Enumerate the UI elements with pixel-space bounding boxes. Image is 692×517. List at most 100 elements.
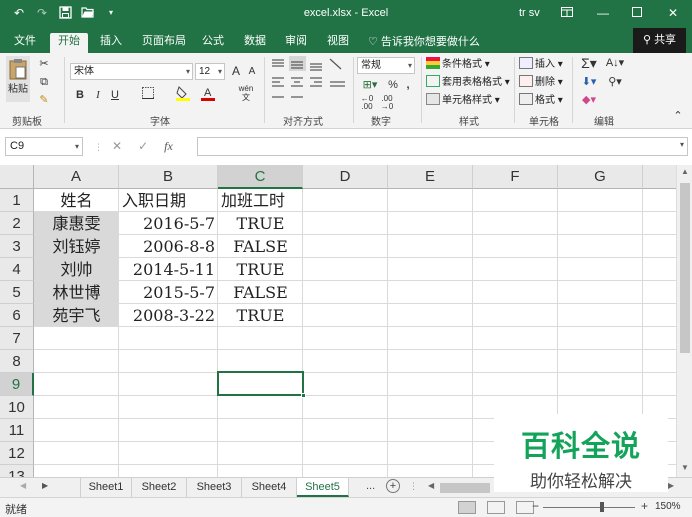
sort-filter-icon[interactable]: A↓▾	[604, 56, 626, 70]
copy-icon[interactable]: ⧉	[37, 75, 51, 89]
tab-view[interactable]: 视图	[319, 33, 357, 53]
paste-button[interactable]: 粘贴	[6, 56, 30, 102]
cell-styles-button[interactable]: 单元格样式 ▾	[426, 93, 500, 109]
format-painter-icon[interactable]: ✎	[37, 93, 51, 107]
fill-handle[interactable]	[301, 393, 306, 398]
next-sheet-icon[interactable]: ▶	[42, 481, 48, 490]
page-layout-view-icon[interactable]	[487, 501, 505, 514]
row-header[interactable]: 11	[0, 419, 34, 442]
comma-icon[interactable]: ,	[403, 78, 413, 92]
select-all-corner[interactable]	[0, 165, 34, 189]
currency-icon[interactable]: ⊞▾	[358, 78, 382, 92]
sheet-tab-sheet1[interactable]: Sheet1	[80, 478, 132, 497]
tab-formulas[interactable]: 公式	[194, 33, 232, 53]
scroll-down-icon[interactable]: ▼	[677, 463, 692, 472]
column-header-g[interactable]: G	[558, 165, 643, 189]
normal-view-icon[interactable]	[458, 501, 476, 514]
column-header-c[interactable]: C	[218, 165, 303, 189]
fill-color-icon[interactable]	[175, 85, 191, 105]
minimize-icon[interactable]: —	[593, 4, 613, 22]
format-cells-button[interactable]: 格式 ▾	[519, 93, 563, 109]
cell-a5[interactable]: 林世博	[34, 281, 119, 304]
fill-icon[interactable]: ⬇▾	[578, 75, 600, 89]
cell-b2[interactable]: 2016-5-7	[119, 212, 218, 235]
row-header[interactable]: 7	[0, 327, 34, 350]
drag-handle-icon[interactable]: ⋮	[94, 142, 103, 153]
formula-input[interactable]: ▾	[197, 137, 688, 156]
zoom-level[interactable]: 150%	[655, 501, 681, 512]
autosum-icon[interactable]: Σ▾	[578, 56, 600, 70]
delete-cells-button[interactable]: 删除 ▾	[519, 75, 563, 91]
tab-page-layout[interactable]: 页面布局	[134, 33, 194, 53]
zoom-slider[interactable]	[543, 502, 635, 512]
row-header[interactable]: 13	[0, 465, 34, 477]
column-header-f[interactable]: F	[473, 165, 558, 189]
increase-decimal-icon[interactable]: ←0.00	[358, 95, 376, 111]
enter-icon[interactable]: ✓	[138, 139, 148, 154]
shrink-font-button[interactable]: A	[245, 65, 259, 79]
ribbon-display-icon[interactable]	[557, 4, 577, 22]
column-header-e[interactable]: E	[388, 165, 473, 189]
cell-a2[interactable]: 康惠雯	[34, 212, 119, 235]
cell-c4[interactable]: TRUE	[218, 258, 303, 281]
tab-insert[interactable]: 插入	[92, 33, 130, 53]
collapse-ribbon-icon[interactable]: ⌃	[671, 109, 685, 123]
more-sheets-icon[interactable]: ...	[366, 480, 375, 492]
row-header[interactable]: 3	[0, 235, 34, 258]
font-color-icon[interactable]: A	[200, 85, 216, 105]
number-format-select[interactable]: 常规 ▾	[357, 57, 415, 74]
row-header[interactable]: 12	[0, 442, 34, 465]
column-header-d[interactable]: D	[303, 165, 388, 189]
tab-review[interactable]: 审阅	[277, 33, 315, 53]
cut-icon[interactable]: ✂	[37, 57, 51, 71]
cell-c6[interactable]: TRUE	[218, 304, 303, 327]
cancel-icon[interactable]: ✕	[112, 139, 122, 154]
border-icon[interactable]	[140, 87, 156, 103]
vertical-scrollbar[interactable]: ▲ ▼	[676, 165, 692, 477]
font-name-select[interactable]: 宋体 ▾	[70, 63, 193, 80]
zoom-in-icon[interactable]: +	[641, 499, 648, 513]
column-header-a[interactable]: A	[34, 165, 119, 189]
cell-a4[interactable]: 刘帅	[34, 258, 119, 281]
sheet-tab-sheet3[interactable]: Sheet3	[187, 478, 242, 497]
column-header-b[interactable]: B	[119, 165, 218, 189]
phonetic-button[interactable]: wén 文	[235, 84, 257, 102]
zoom-slider-knob[interactable]	[600, 502, 604, 512]
italic-button[interactable]: I	[91, 88, 105, 102]
row-header[interactable]: 5	[0, 281, 34, 304]
insert-function-icon[interactable]: fx	[164, 139, 173, 154]
row-header[interactable]: 2	[0, 212, 34, 235]
cell-c1[interactable]: 加班工时	[221, 189, 303, 212]
tell-me-box[interactable]: ♡ 告诉我你想要做什么	[368, 33, 480, 49]
horizontal-scroll-thumb[interactable]	[440, 483, 490, 493]
scroll-up-icon[interactable]: ▲	[677, 167, 692, 176]
cell-b6[interactable]: 2008-3-22	[119, 304, 218, 327]
tab-data[interactable]: 数据	[236, 33, 274, 53]
row-header[interactable]: 8	[0, 350, 34, 373]
conditional-formatting-button[interactable]: 条件格式 ▾	[426, 57, 490, 73]
find-icon[interactable]: ⚲▾	[604, 75, 626, 89]
column-header-next[interactable]	[643, 165, 676, 189]
insert-cells-button[interactable]: 插入 ▾	[519, 57, 563, 73]
name-box[interactable]: C9 ▾	[5, 137, 83, 156]
row-header[interactable]: 1	[0, 189, 34, 212]
cell-c3[interactable]: FALSE	[218, 235, 303, 258]
row-header-selected[interactable]: 9	[0, 373, 34, 396]
zoom-out-icon[interactable]: −	[532, 499, 539, 513]
format-as-table-button[interactable]: 套用表格格式 ▾	[426, 75, 510, 91]
cell-a6[interactable]: 苑宇飞	[34, 304, 119, 327]
row-header[interactable]: 4	[0, 258, 34, 281]
font-size-select[interactable]: 12 ▾	[195, 63, 225, 80]
scroll-left-icon[interactable]: ◀	[428, 481, 434, 490]
sheet-tab-sheet4[interactable]: Sheet4	[242, 478, 297, 497]
underline-button[interactable]: U	[108, 88, 122, 102]
cell-a3[interactable]: 刘钰婷	[34, 235, 119, 258]
decrease-decimal-icon[interactable]: .00 →0	[378, 95, 396, 111]
cell-a1[interactable]: 姓名	[34, 189, 119, 212]
percent-icon[interactable]: %	[386, 78, 400, 92]
vertical-scroll-thumb[interactable]	[680, 183, 690, 353]
cell-b5[interactable]: 2015-5-7	[119, 281, 218, 304]
sheet-tab-sheet2[interactable]: Sheet2	[132, 478, 187, 497]
user-name[interactable]: tr sv	[519, 7, 540, 19]
cell-b1[interactable]: 入职日期	[122, 189, 218, 212]
